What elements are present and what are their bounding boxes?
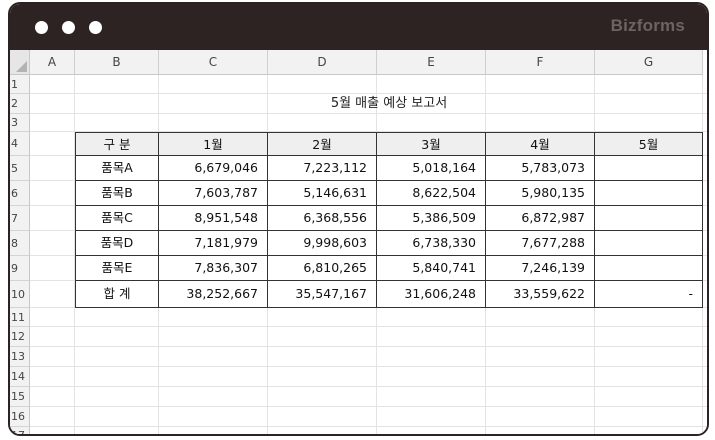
- row-header-10[interactable]: 10: [10, 281, 30, 308]
- total-value-cell[interactable]: 33,559,622: [486, 281, 595, 308]
- row-header-6[interactable]: 6: [10, 181, 30, 206]
- table-header-cell[interactable]: 3월: [377, 132, 486, 156]
- grid-hline: [30, 326, 707, 327]
- table-value-cell[interactable]: 8,951,548: [159, 206, 268, 231]
- row-header-12[interactable]: 12: [10, 327, 30, 347]
- column-header-a[interactable]: A: [30, 50, 75, 75]
- table-value-cell[interactable]: [595, 181, 703, 206]
- table-header-cell[interactable]: 4월: [486, 132, 595, 156]
- grid-hline: [30, 366, 707, 367]
- item-label-cell[interactable]: 품목D: [75, 231, 159, 256]
- row-header-3[interactable]: 3: [10, 114, 30, 132]
- table-value-cell[interactable]: 5,783,073: [486, 156, 595, 181]
- total-value-cell[interactable]: 35,547,167: [268, 281, 377, 308]
- grid-hline: [30, 406, 707, 407]
- table-value-cell[interactable]: 7,603,787: [159, 181, 268, 206]
- row-header-13[interactable]: 13: [10, 347, 30, 367]
- table-value-cell[interactable]: 7,246,139: [486, 256, 595, 281]
- table-value-cell[interactable]: 5,386,509: [377, 206, 486, 231]
- table-value-cell[interactable]: 5,018,164: [377, 156, 486, 181]
- table-value-cell[interactable]: 8,622,504: [377, 181, 486, 206]
- item-label-cell[interactable]: 품목A: [75, 156, 159, 181]
- table-value-cell[interactable]: [595, 156, 703, 181]
- table-value-cell[interactable]: 7,181,979: [159, 231, 268, 256]
- table-value-cell[interactable]: 7,677,288: [486, 231, 595, 256]
- grid-hline: [30, 346, 707, 347]
- table-header-cell[interactable]: 1월: [159, 132, 268, 156]
- table-value-cell[interactable]: 5,840,741: [377, 256, 486, 281]
- row-header-2[interactable]: 2: [10, 94, 30, 114]
- window-minimize-dot[interactable]: [62, 21, 75, 34]
- column-header-c[interactable]: C: [159, 50, 268, 75]
- select-all-icon: [16, 61, 27, 72]
- column-header-b[interactable]: B: [75, 50, 159, 75]
- grid-hline: [30, 426, 707, 427]
- row-header-1[interactable]: 1: [10, 75, 30, 94]
- table-value-cell[interactable]: 6,679,046: [159, 156, 268, 181]
- table-header-cell[interactable]: 5월: [595, 132, 703, 156]
- total-value-cell[interactable]: 31,606,248: [377, 281, 486, 308]
- table-header-cell[interactable]: 구 분: [75, 132, 159, 156]
- report-title[interactable]: 5월 매출 예상 보고서: [75, 94, 703, 114]
- table-value-cell[interactable]: 7,836,307: [159, 256, 268, 281]
- row-header-7[interactable]: 7: [10, 206, 30, 231]
- table-value-cell[interactable]: 9,998,603: [268, 231, 377, 256]
- table-value-cell[interactable]: 6,738,330: [377, 231, 486, 256]
- total-label-cell[interactable]: 합 계: [75, 281, 159, 308]
- spreadsheet-window: Bizforms A B C D E F G 1 2 3 4 5 6 7 8 9 10 11 12 13 14 15 16 1…: [8, 2, 709, 436]
- row-header-15[interactable]: 15: [10, 387, 30, 407]
- row-header-14[interactable]: 14: [10, 367, 30, 387]
- row-header-5[interactable]: 5: [10, 156, 30, 181]
- item-label-cell[interactable]: 품목C: [75, 206, 159, 231]
- row-header-11[interactable]: 11: [10, 308, 30, 327]
- table-header-cell[interactable]: 2월: [268, 132, 377, 156]
- table-value-cell[interactable]: 5,146,631: [268, 181, 377, 206]
- table-value-cell[interactable]: [595, 256, 703, 281]
- row-header-9[interactable]: 9: [10, 256, 30, 281]
- table-value-cell[interactable]: [595, 231, 703, 256]
- select-all-corner[interactable]: [10, 50, 30, 75]
- row-header-17[interactable]: 17: [10, 427, 30, 434]
- table-value-cell[interactable]: [595, 206, 703, 231]
- column-header-f[interactable]: F: [486, 50, 595, 75]
- row-header-8[interactable]: 8: [10, 231, 30, 256]
- column-header-d[interactable]: D: [268, 50, 377, 75]
- table-value-cell[interactable]: 6,368,556: [268, 206, 377, 231]
- total-value-cell[interactable]: 38,252,667: [159, 281, 268, 308]
- table-value-cell[interactable]: 6,810,265: [268, 256, 377, 281]
- item-label-cell[interactable]: 품목E: [75, 256, 159, 281]
- sheet-grid[interactable]: A B C D E F G 1 2 3 4 5 6 7 8 9 10 11 12 13 14 15 16 17 5월 매출 예상…: [10, 50, 707, 434]
- column-header-e[interactable]: E: [377, 50, 486, 75]
- window-maximize-dot[interactable]: [89, 21, 102, 34]
- column-header-g[interactable]: G: [595, 50, 703, 75]
- brand-logo: Bizforms: [610, 16, 685, 35]
- window-close-dot[interactable]: [35, 21, 48, 34]
- row-header-4[interactable]: 4: [10, 132, 30, 156]
- title-bar: Bizforms: [10, 4, 707, 50]
- table-value-cell[interactable]: 5,980,135: [486, 181, 595, 206]
- row-header-16[interactable]: 16: [10, 407, 30, 427]
- item-label-cell[interactable]: 품목B: [75, 181, 159, 206]
- grid-hline: [30, 386, 707, 387]
- table-value-cell[interactable]: 7,223,112: [268, 156, 377, 181]
- table-value-cell[interactable]: 6,872,987: [486, 206, 595, 231]
- total-value-cell[interactable]: -: [595, 281, 703, 308]
